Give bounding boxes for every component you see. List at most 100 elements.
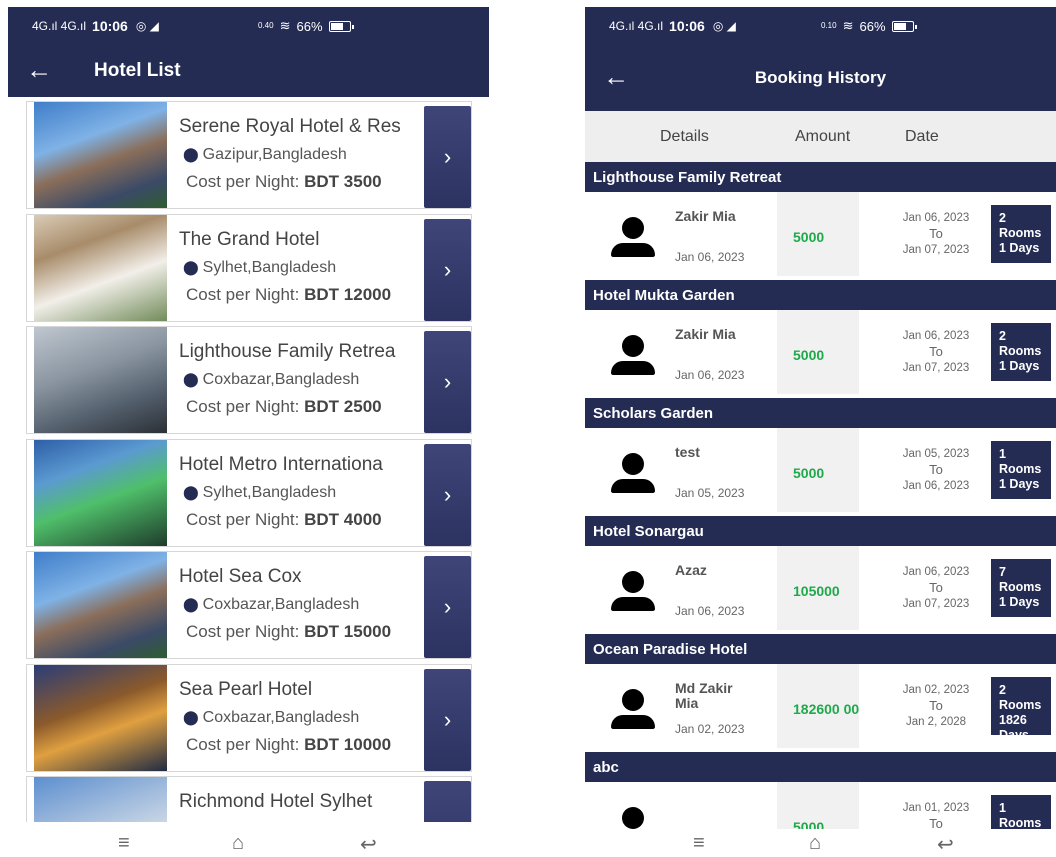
date-to: Jan 07, 2023	[902, 244, 970, 256]
hotel-card[interactable]: Sea Pearl Hotel ⬤ Coxbazar,Bangladesh Cost …	[26, 663, 472, 772]
booking-date: Jan 06, 2023	[675, 368, 745, 382]
guest-name: Zakir Mia	[675, 326, 736, 342]
status-time: 10:06	[669, 18, 705, 34]
menu-icon[interactable]: ≡	[118, 832, 130, 855]
user-silhouette-icon	[611, 689, 655, 729]
chevron-right-icon[interactable]: ›	[424, 443, 471, 546]
booking-amount: 105000	[793, 583, 840, 599]
home-icon[interactable]: ⌂	[809, 832, 821, 855]
hotel-location: ⬤ Coxbazar,Bangladesh	[183, 596, 359, 614]
date-from: Jan 06, 2023	[902, 330, 970, 342]
net-speed: 0.40	[258, 21, 274, 30]
date-range: Jan 06, 2023 To Jan 07, 2023	[881, 210, 991, 258]
menu-icon[interactable]: ≡	[693, 832, 705, 855]
rooms-label: Rooms	[999, 462, 1042, 476]
hotel-card[interactable]: Serene Royal Hotel & Res ⬤ Gazipur,Banglad…	[26, 101, 472, 209]
hotel-name: Sea Pearl Hotel	[179, 678, 313, 700]
date-to: Jan 07, 2023	[902, 362, 970, 374]
cost-value: BDT 10000	[304, 734, 392, 754]
cost-label: Cost per Night:	[186, 397, 300, 416]
rooms-days-badge: 7 Rooms 1 Days	[991, 559, 1051, 617]
cost-label: Cost per Night:	[186, 734, 300, 754]
status-bar: 4G.ıl 4G.ıl 10:06 ◎ ◢ 0.40 ≋ 66%	[8, 7, 489, 45]
booking-row[interactable]: Azaz Jan 06, 2023 105000 Jan 06, 2023 To Jan …	[585, 546, 1056, 634]
back-nav-icon[interactable]: ↩	[937, 832, 954, 857]
cost-value: BDT 4000	[304, 509, 382, 529]
battery-percent: 66%	[296, 18, 323, 34]
hotel-name: Richmond Hotel Sylhet	[179, 791, 373, 812]
booking-date: Jan 02, 2023	[675, 722, 745, 736]
room-count: 2	[999, 211, 1006, 225]
hotel-cost: Cost per Night: BDT 2500	[186, 397, 382, 417]
hotel-name: The Grand Hotel	[179, 228, 320, 250]
date-to-label: To	[929, 698, 943, 713]
user-silhouette-icon	[611, 217, 655, 257]
booking-amount: 5000	[793, 229, 825, 245]
hotel-card[interactable]: Lighthouse Family Retrea ⬤ Coxbazar,Bangla…	[26, 326, 472, 434]
chevron-right-icon[interactable]: ›	[424, 106, 471, 208]
booking-hotel-header: Ocean Paradise Hotel	[585, 634, 1056, 664]
net-speed: 0.10	[821, 21, 837, 30]
booking-row[interactable]: Zakir Mia Jan 06, 2023 5000 Jan 06, 2023 To J…	[585, 192, 1056, 280]
hotel-thumbnail	[34, 327, 167, 433]
hotel-thumbnail	[34, 439, 167, 546]
status-bar: 4G.ıl 4G.ıl 10:06 ◎ ◢ 0.10 ≋ 66%	[585, 7, 1056, 45]
hotel-thumbnail	[34, 102, 167, 208]
arrow-left-icon[interactable]: ←	[603, 64, 629, 90]
cost-value: BDT 2500	[304, 397, 382, 416]
rooms-days-badge: 2 Rooms 1826 Days	[991, 677, 1051, 742]
booking-list: Lighthouse Family Retreat Zakir Mia Jan 06…	[585, 162, 1056, 829]
map-pin-icon: ⬤	[183, 708, 199, 725]
chevron-right-icon[interactable]: ›	[424, 218, 471, 321]
booking-date: Jan 06, 2023	[675, 604, 745, 618]
days-count: 1 Days	[999, 595, 1040, 609]
hotel-cost: Cost per Night: BDT 4000	[186, 510, 382, 530]
hotel-card[interactable]: Hotel Metro Internationa ⬤ Sylhet,Banglade…	[26, 438, 472, 547]
room-count: 2	[999, 329, 1006, 343]
hotel-location-text: Sylhet,Bangladesh	[202, 258, 337, 276]
chevron-right-icon[interactable]: ›	[424, 668, 471, 771]
hotel-thumbnail	[34, 664, 167, 771]
hotel-location-text: Gazipur,Bangladesh	[202, 146, 347, 163]
booking-amount: 5000	[793, 347, 825, 363]
map-pin-icon: ⬤	[183, 258, 199, 275]
signal-icon: 4G.ıl 4G.ıl	[32, 19, 87, 33]
rooms-label: Rooms	[999, 698, 1042, 712]
app-bar: ← Booking History	[585, 45, 1056, 111]
hotel-card[interactable]: Richmond Hotel Sylhet ›	[26, 776, 472, 822]
page-title: Hotel List	[94, 60, 181, 81]
rooms-label: Rooms	[999, 816, 1042, 829]
cost-value: BDT 3500	[304, 172, 382, 191]
room-count: 7	[999, 565, 1006, 579]
signal-icon: 4G.ıl 4G.ıl	[609, 19, 664, 33]
days-count: 1 Days	[999, 241, 1040, 255]
chevron-right-icon[interactable]: ›	[424, 556, 471, 658]
booking-row[interactable]: 5000 Jan 01, 2023 To 1 Rooms	[585, 782, 1056, 829]
notification-icons: ◎ ◢	[712, 19, 736, 33]
date-to: Jan 07, 2023	[902, 598, 970, 610]
booking-row[interactable]: Md Zakir Mia Jan 02, 2023 182600 00 Jan 02,…	[585, 664, 1056, 752]
booking-history-screen: 4G.ıl 4G.ıl 10:06 ◎ ◢ 0.10 ≋ 66% ← Booki…	[585, 7, 1056, 829]
hotel-cost: Cost per Night: BDT 3500	[186, 172, 382, 192]
hotel-location-text: Coxbazar,Bangladesh	[202, 708, 360, 726]
booking-row[interactable]: test Jan 05, 2023 5000 Jan 05, 2023 To Jan 06…	[585, 428, 1056, 516]
booking-amount: 182600 00	[793, 701, 860, 717]
chevron-right-icon[interactable]: ›	[424, 781, 471, 822]
hotel-cost: Cost per Night: BDT 10000	[186, 735, 391, 755]
guest-name: Md Zakir Mia	[675, 680, 733, 711]
back-nav-icon[interactable]: ↩	[360, 832, 377, 857]
rooms-label: Rooms	[999, 580, 1042, 594]
hotel-card[interactable]: The Grand Hotel ⬤ Sylhet,Bangladesh Cost pe…	[26, 213, 472, 322]
arrow-left-icon[interactable]: ←	[26, 57, 52, 83]
chevron-right-icon[interactable]: ›	[424, 331, 471, 433]
hotel-card[interactable]: Hotel Sea Cox ⬤ Coxbazar,Bangladesh Cost pe…	[26, 551, 472, 659]
home-icon[interactable]: ⌂	[232, 832, 244, 855]
hotel-cost: Cost per Night: BDT 12000	[186, 285, 391, 305]
hotel-name: Hotel Metro Internationa	[179, 453, 383, 475]
date-to-label: To	[929, 462, 943, 477]
date-from: Jan 01, 2023	[902, 802, 970, 814]
hotel-location-text: Sylhet,Bangladesh	[202, 483, 337, 501]
days-count: 1 Days	[999, 477, 1040, 491]
booking-row[interactable]: Zakir Mia Jan 06, 2023 5000 Jan 06, 2023 To J…	[585, 310, 1056, 398]
battery-icon	[328, 20, 354, 32]
